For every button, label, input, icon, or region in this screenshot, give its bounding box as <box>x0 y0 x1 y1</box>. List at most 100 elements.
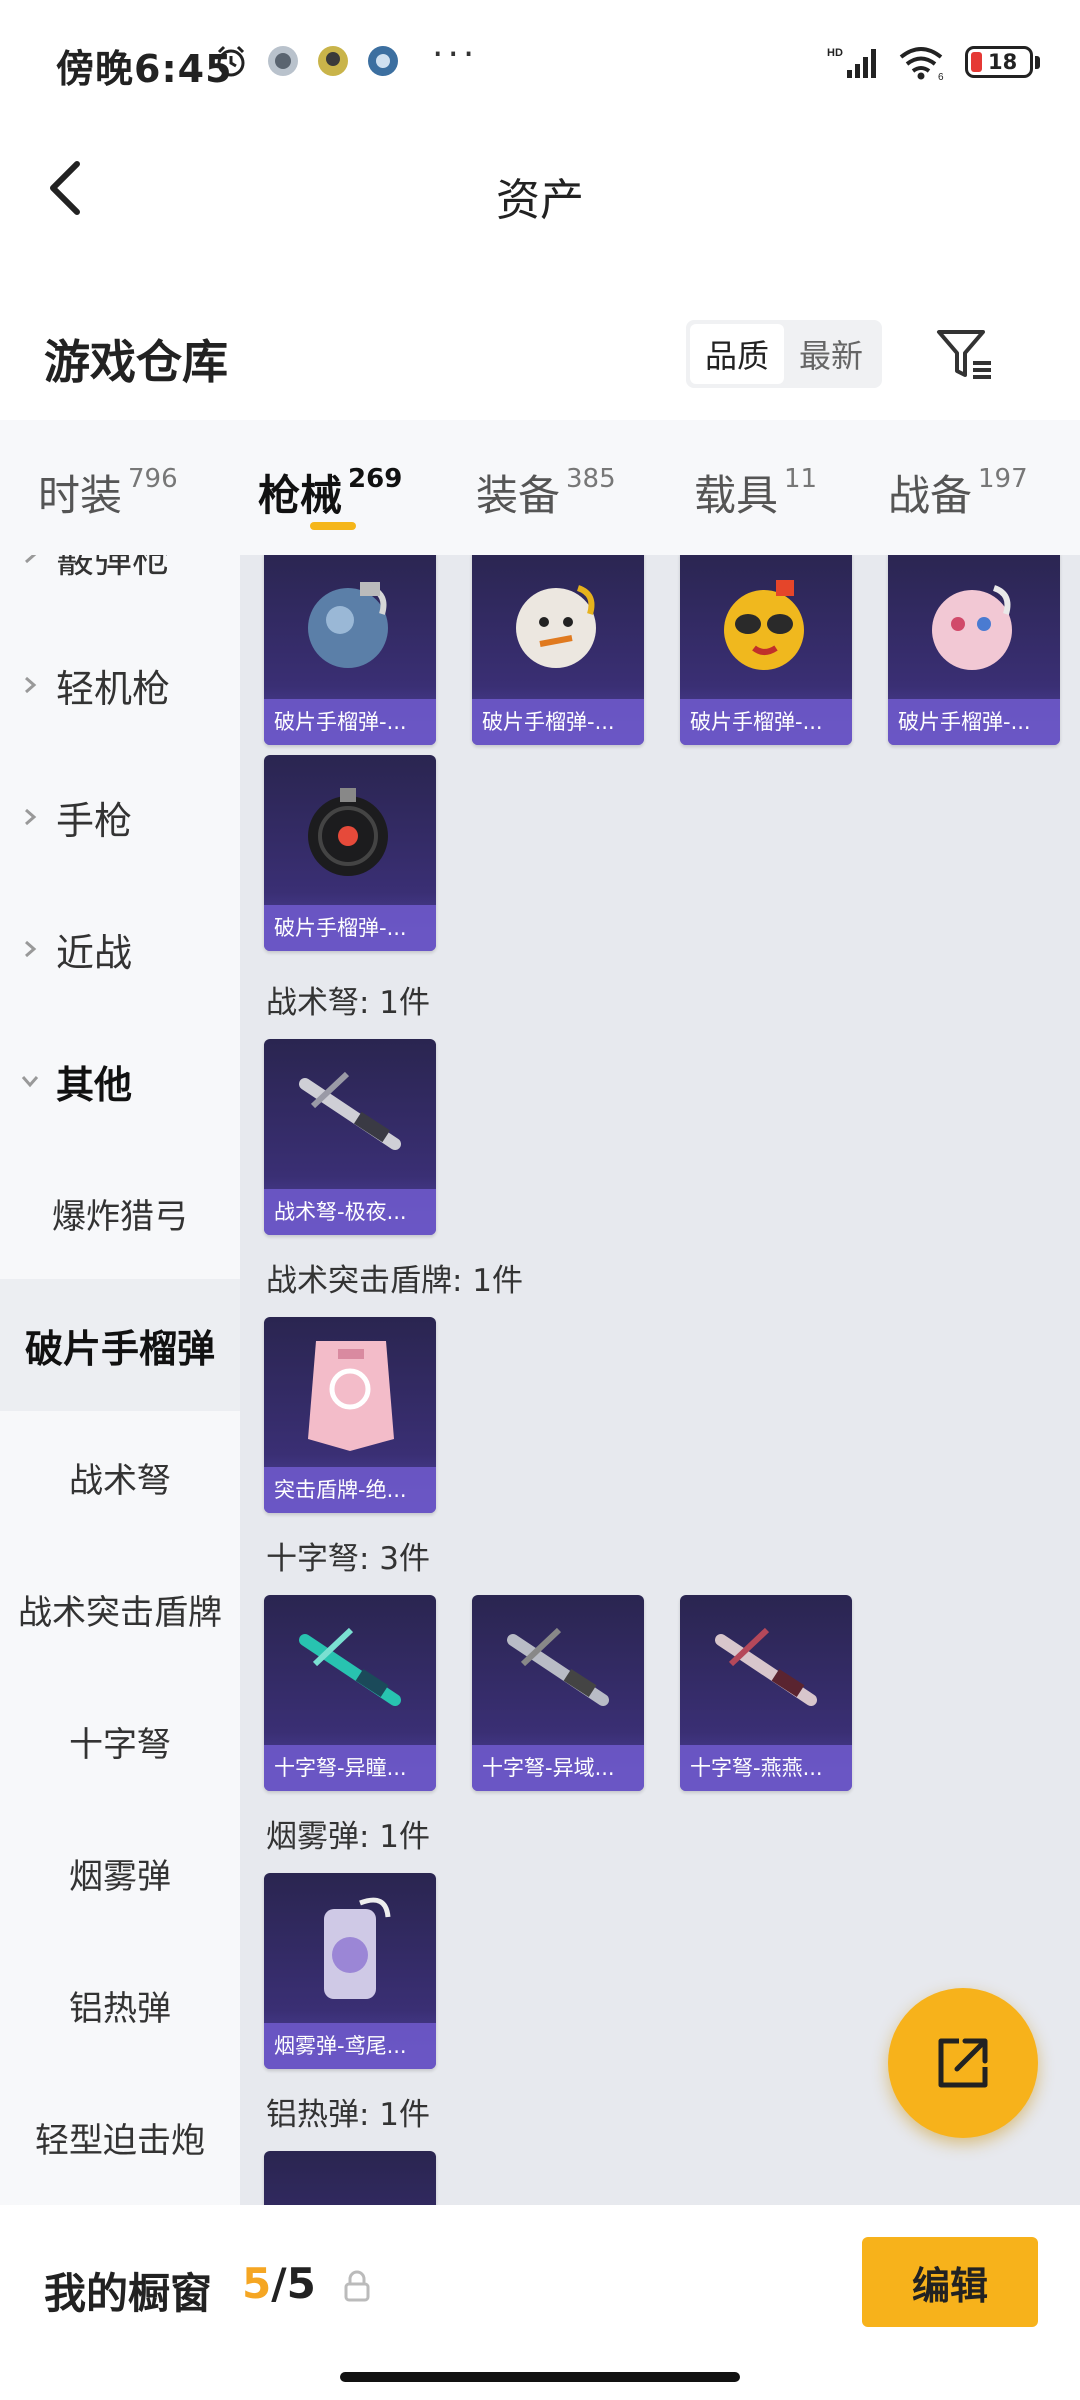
tab-vehicles[interactable]: 载具 11 <box>694 462 817 523</box>
item-name: 十字弩-异域... <box>472 1745 644 1791</box>
sort-toggle: 品质 最新 <box>686 320 882 388</box>
sidebar-item-label: 手枪 <box>56 798 133 843</box>
showcase-count: 5/5 <box>242 2259 316 2308</box>
screen: 傍晚6:45 ··· HD 6 18 资产 游戏仓库 品质 最新 时装 796 … <box>0 0 1080 2400</box>
item-name: 破片手榴弹-... <box>264 905 436 951</box>
item-name: 战术弩-极夜... <box>264 1189 436 1235</box>
item-card[interactable]: 战术弩-极夜... <box>264 1039 436 1235</box>
item-card[interactable]: 破片手榴弹-... <box>264 755 436 951</box>
showcase-current: 5 <box>242 2259 272 2308</box>
shield-icon <box>264 1317 436 1467</box>
edit-button[interactable]: 编辑 <box>862 2237 1038 2327</box>
filter-button[interactable] <box>930 320 1000 390</box>
share-button[interactable] <box>888 1988 1038 2138</box>
showcase-separator: / <box>271 2259 287 2308</box>
sidebar-item-pistol[interactable]: 手枪 <box>0 751 240 883</box>
item-name: 十字弩-异瞳... <box>264 1745 436 1791</box>
tab-firearms[interactable]: 枪械 269 <box>258 462 402 523</box>
item-name: 突击盾牌-绝... <box>264 1467 436 1513</box>
crossbow-icon <box>264 1039 436 1189</box>
page-title: 资产 <box>496 175 584 226</box>
app-notification-icon <box>268 46 298 76</box>
active-tab-indicator <box>310 522 356 530</box>
sidebar-item-label: 霰弹枪 <box>56 555 171 581</box>
battery-tip <box>1035 55 1040 69</box>
battery-icon: 18 <box>965 46 1033 78</box>
item-name: 破片手榴弹-... <box>472 699 644 745</box>
section-label: 烟雾弹: 1件 <box>266 1819 431 1855</box>
crossbow-icon <box>264 1595 436 1745</box>
grenade-icon <box>472 555 644 699</box>
svg-text:HD: HD <box>827 47 843 59</box>
tab-equipment[interactable]: 装备 385 <box>476 462 616 523</box>
grenade-icon <box>888 555 1060 699</box>
sidebar-subitem-frag-grenade[interactable]: 破片手榴弹 <box>0 1279 240 1411</box>
sidebar-subitem-crossbow[interactable]: 十字弩 <box>0 1675 240 1807</box>
sort-by-newest[interactable]: 最新 <box>784 324 878 384</box>
showcase-bar: 我的橱窗 5/5 编辑 <box>0 2205 1080 2400</box>
tab-count: 11 <box>784 464 818 494</box>
sidebar-subitem-smoke-grenade[interactable]: 烟雾弹 <box>0 1807 240 1939</box>
chevron-right-icon <box>20 939 40 959</box>
item-card[interactable]: 突击盾牌-绝... <box>264 1317 436 1513</box>
sidebar-item-melee[interactable]: 近战 <box>0 883 240 1015</box>
tab-fashion[interactable]: 时装 796 <box>38 462 178 523</box>
status-bar: 傍晚6:45 ··· HD 6 18 <box>0 0 1080 120</box>
item-name: 破片手榴弹-... <box>264 699 436 745</box>
crossbow-icon <box>680 1595 852 1745</box>
tab-label: 载具 <box>694 471 779 520</box>
grenade-icon <box>264 755 436 905</box>
crossbow-icon <box>472 1595 644 1745</box>
chevron-right-icon <box>20 675 40 695</box>
tab-count: 269 <box>348 464 403 494</box>
item-name: 十字弩-燕燕... <box>680 1745 852 1791</box>
item-name: 破片手榴弹-... <box>680 699 852 745</box>
item-card[interactable]: 烟雾弹-鸢尾... <box>264 1873 436 2069</box>
sidebar-subitem-thermite[interactable]: 铝热弹 <box>0 1939 240 2071</box>
home-indicator[interactable] <box>340 2372 740 2382</box>
sort-by-quality[interactable]: 品质 <box>690 324 784 384</box>
item-card[interactable]: 十字弩-异域... <box>472 1595 644 1791</box>
sidebar-item-label: 轻机枪 <box>56 666 171 711</box>
item-card[interactable] <box>264 2151 436 2205</box>
tab-label: 装备 <box>476 471 561 520</box>
sidebar: 霰弹枪 轻机枪 手枪 近战 其他 爆炸猎弓 破片手榴弹 战术弩 战术突击盾牌 十… <box>0 555 240 2205</box>
thermite-icon <box>264 2151 436 2205</box>
app-notification-icon <box>368 46 398 76</box>
item-card[interactable]: 破片手榴弹-... <box>264 555 436 745</box>
item-card[interactable]: 破片手榴弹-... <box>472 555 644 745</box>
item-card[interactable]: 破片手榴弹-... <box>888 555 1060 745</box>
sidebar-subitem-assault-shield[interactable]: 战术突击盾牌 <box>0 1543 240 1675</box>
item-name: 破片手榴弹-... <box>888 699 1060 745</box>
item-name: 烟雾弹-鸢尾... <box>264 2023 436 2069</box>
tab-count: 385 <box>566 464 616 494</box>
alarm-icon <box>217 45 245 77</box>
tab-tactical[interactable]: 战备 197 <box>888 462 1028 523</box>
lock-icon <box>344 2270 370 2302</box>
signal-icon: HD <box>827 47 876 78</box>
section-label: 十字弩: 3件 <box>266 1541 431 1577</box>
warehouse-bar: 游戏仓库 品质 最新 <box>0 300 1080 420</box>
category-tabs: 时装 796 枪械 269 装备 385 载具 11 战备 197 <box>0 420 1080 555</box>
warehouse-title: 游戏仓库 <box>44 335 228 389</box>
item-card[interactable]: 十字弩-异瞳... <box>264 1595 436 1791</box>
sidebar-item-other[interactable]: 其他 <box>0 1015 240 1147</box>
battery-level: 18 <box>988 50 1018 74</box>
item-card[interactable]: 十字弩-燕燕... <box>680 1595 852 1791</box>
sidebar-subitem-explosive-bow[interactable]: 爆炸猎弓 <box>0 1147 240 1279</box>
sidebar-subitem-light-mortar[interactable]: 轻型迫击炮 <box>0 2071 240 2203</box>
tab-count: 796 <box>128 464 178 494</box>
section-label: 铝热弹: 1件 <box>266 2097 431 2133</box>
sidebar-item-label: 近战 <box>56 930 133 975</box>
tab-label: 枪械 <box>258 471 343 520</box>
app-notification-icon <box>318 46 348 76</box>
sidebar-item-light-machine-gun[interactable]: 轻机枪 <box>0 619 240 751</box>
chevron-right-icon <box>20 555 40 565</box>
tab-count: 197 <box>978 464 1028 494</box>
sidebar-item-shotgun[interactable]: 霰弹枪 <box>0 555 240 621</box>
sidebar-subitem-tactical-crossbow[interactable]: 战术弩 <box>0 1411 240 1543</box>
tab-label: 战备 <box>888 471 973 520</box>
svg-text:6: 6 <box>938 72 944 81</box>
item-card[interactable]: 破片手榴弹-... <box>680 555 852 745</box>
section-label: 战术突击盾牌: 1件 <box>266 1263 524 1299</box>
